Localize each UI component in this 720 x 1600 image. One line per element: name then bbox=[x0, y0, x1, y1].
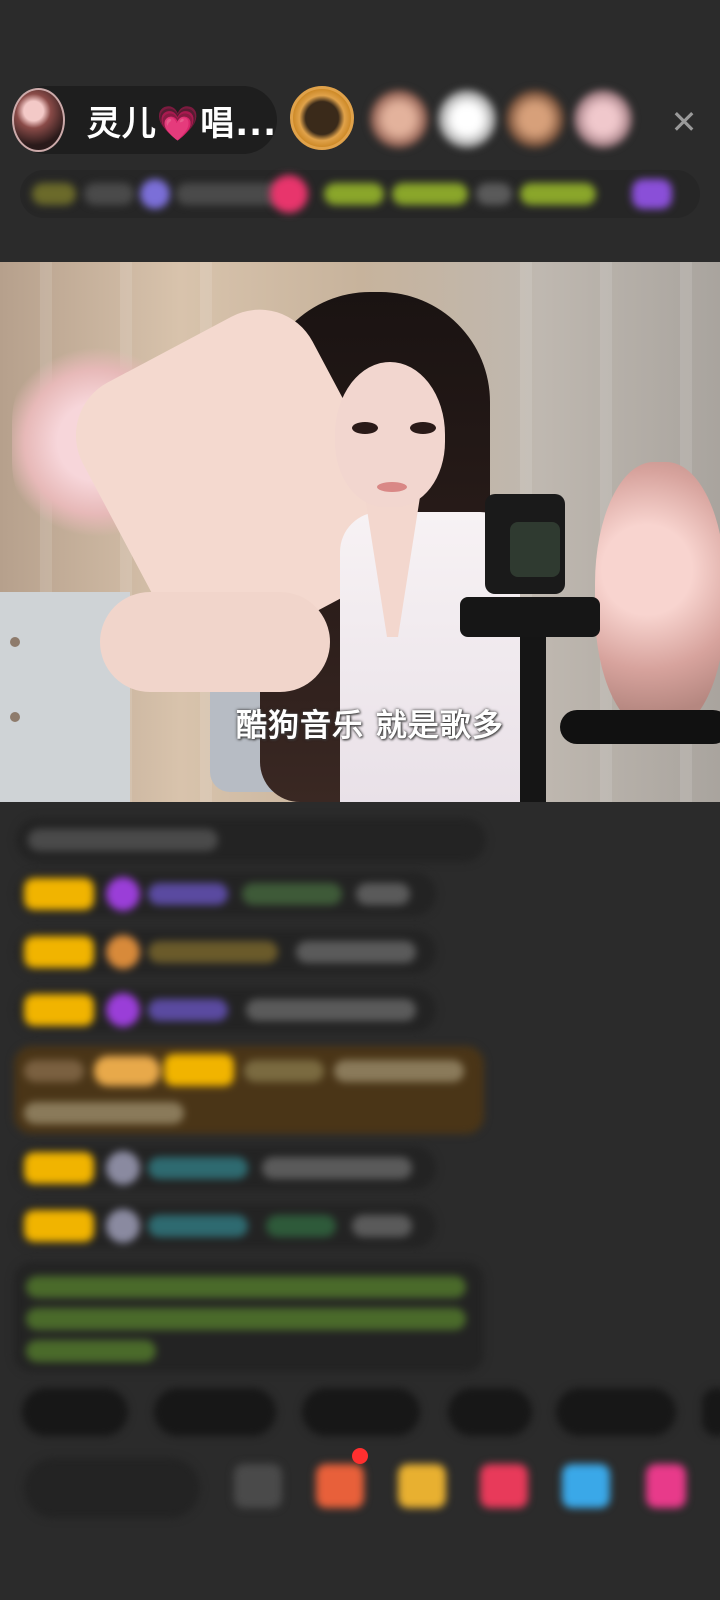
rank-green-text-2 bbox=[392, 183, 468, 205]
emoji-icon[interactable] bbox=[234, 1464, 282, 1508]
chat-username bbox=[148, 1215, 248, 1237]
red-packet-icon[interactable] bbox=[398, 1464, 446, 1508]
chat-username bbox=[148, 1157, 248, 1179]
video-subtitle: 酷狗音乐 就是歌多 bbox=[236, 708, 504, 744]
chat-username bbox=[148, 941, 278, 963]
streamer-eye bbox=[410, 422, 436, 434]
rank-badge bbox=[32, 183, 76, 205]
viewer-avatar-5[interactable] bbox=[574, 90, 632, 148]
live-video[interactable]: 酷狗音乐 就是歌多 bbox=[0, 262, 720, 802]
chat-username-2 bbox=[242, 883, 342, 905]
chat-username bbox=[244, 1060, 324, 1082]
streamer-lips bbox=[377, 482, 407, 492]
notice-text-line bbox=[26, 1276, 466, 1298]
quick-reply-chip[interactable] bbox=[702, 1388, 720, 1436]
chat-message[interactable] bbox=[16, 1204, 436, 1248]
mic-arm bbox=[460, 597, 600, 637]
close-icon[interactable]: ✕ bbox=[668, 106, 700, 138]
chat-text-2 bbox=[24, 1102, 184, 1124]
chat-text bbox=[334, 1060, 464, 1082]
drawer-knob bbox=[10, 637, 20, 647]
level-badge bbox=[24, 878, 94, 910]
chat-text bbox=[24, 1060, 84, 1082]
host-profile-chip[interactable]: 灵儿💗唱... bbox=[12, 86, 277, 154]
streamer-forearm bbox=[100, 592, 330, 692]
rank-text bbox=[84, 183, 134, 205]
quick-reply-chip[interactable] bbox=[154, 1388, 276, 1436]
chat-text bbox=[352, 1215, 412, 1237]
host-name: 灵儿💗唱... bbox=[86, 103, 277, 144]
microphone-grill bbox=[510, 522, 560, 577]
mic-boom bbox=[560, 710, 720, 744]
chat-message[interactable] bbox=[16, 1146, 436, 1190]
quick-reply-chip[interactable] bbox=[302, 1388, 420, 1436]
chat-notice-message bbox=[14, 1262, 484, 1372]
notification-dot bbox=[352, 1448, 368, 1464]
notice-text-line bbox=[26, 1308, 466, 1330]
game-icon[interactable] bbox=[562, 1464, 610, 1508]
viewer-avatar-1[interactable] bbox=[290, 86, 354, 150]
vip-badge bbox=[94, 1056, 160, 1086]
quick-reply-chip[interactable] bbox=[448, 1388, 532, 1436]
chat-message[interactable] bbox=[16, 872, 436, 916]
activity-icon[interactable] bbox=[480, 1464, 528, 1508]
rank-green-text bbox=[324, 183, 384, 205]
level-badge bbox=[164, 1054, 234, 1086]
viewer-avatar-4[interactable] bbox=[506, 90, 564, 148]
level-badge bbox=[24, 1210, 94, 1242]
chat-text bbox=[262, 1157, 412, 1179]
drawer-knob bbox=[10, 712, 20, 722]
bear-figure bbox=[595, 462, 720, 732]
bubble-emblem-icon bbox=[106, 1209, 140, 1243]
chat-highlight-message[interactable] bbox=[14, 1046, 484, 1134]
gift-icon[interactable] bbox=[646, 1464, 686, 1508]
chat-text bbox=[28, 829, 218, 851]
rank-purple-icon bbox=[632, 179, 672, 209]
viewer-avatar-3[interactable] bbox=[438, 90, 496, 148]
rank-icon bbox=[140, 179, 170, 209]
notice-text-line bbox=[26, 1340, 156, 1362]
quick-reply-chip[interactable] bbox=[22, 1388, 128, 1436]
chat-username-2 bbox=[266, 1215, 336, 1237]
rank-green-text-3 bbox=[520, 183, 596, 205]
chat-message[interactable] bbox=[16, 930, 436, 974]
chat-system-message bbox=[16, 818, 486, 862]
level-badge bbox=[24, 994, 94, 1026]
chat-text bbox=[246, 999, 416, 1021]
heart-emblem-icon bbox=[106, 877, 140, 911]
rank-grey-text bbox=[476, 183, 512, 205]
streamer-eye bbox=[352, 422, 378, 434]
viewer-avatar-2[interactable] bbox=[370, 90, 428, 148]
rank-pink-icon bbox=[270, 175, 308, 213]
chat-message[interactable] bbox=[16, 988, 436, 1032]
chat-text bbox=[296, 941, 416, 963]
bubble-emblem-icon bbox=[106, 1151, 140, 1185]
heart-emblem-icon bbox=[106, 993, 140, 1027]
quick-reply-chip[interactable] bbox=[556, 1388, 676, 1436]
mic-stand bbox=[520, 622, 546, 802]
ranking-bar[interactable] bbox=[20, 170, 700, 218]
flame-emblem-icon bbox=[106, 935, 140, 969]
chat-input[interactable] bbox=[24, 1458, 200, 1518]
chat-text bbox=[356, 883, 410, 905]
host-avatar[interactable] bbox=[12, 88, 65, 152]
level-badge bbox=[24, 936, 94, 968]
chat-username bbox=[148, 999, 228, 1021]
gift-box-icon[interactable] bbox=[316, 1464, 364, 1508]
level-badge bbox=[24, 1152, 94, 1184]
chat-username bbox=[148, 883, 228, 905]
